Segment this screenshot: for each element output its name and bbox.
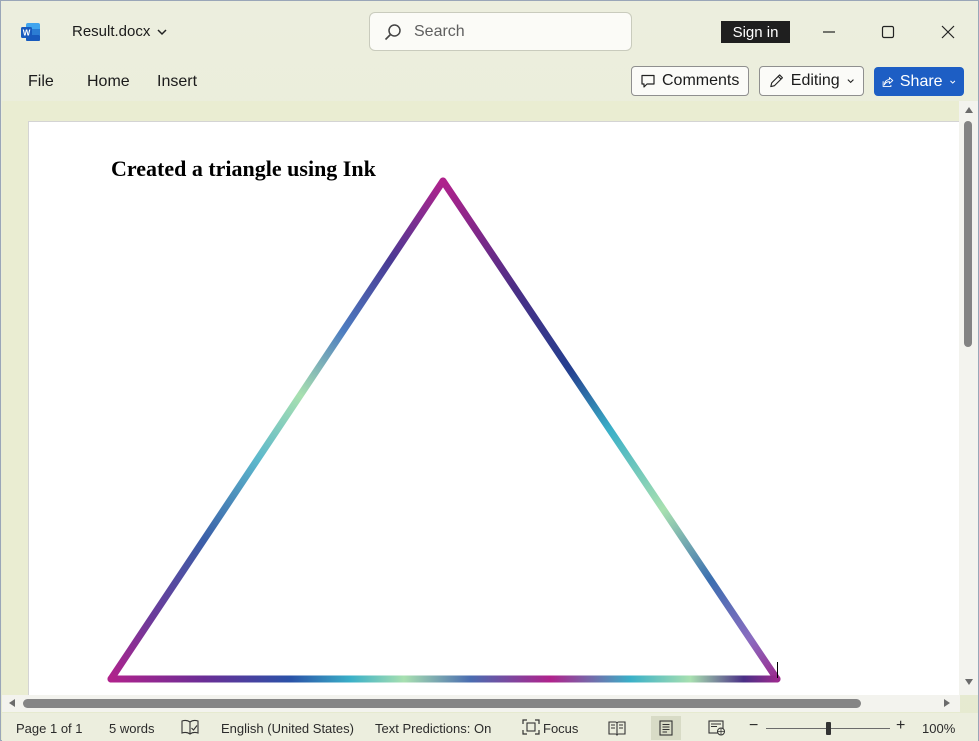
scroll-left-arrow-icon[interactable] [7, 698, 17, 708]
sign-in-button[interactable]: Sign in [721, 21, 790, 43]
scroll-down-arrow-icon[interactable] [964, 677, 974, 687]
read-mode-button[interactable] [602, 716, 632, 740]
ink-triangle-drawing[interactable] [29, 122, 961, 695]
print-layout-icon [659, 720, 673, 736]
status-bar: Page 1 of 1 5 words English (United Stat… [2, 713, 978, 741]
web-layout-icon [708, 720, 725, 736]
maximize-button[interactable] [875, 19, 901, 45]
svg-text:W: W [23, 29, 31, 38]
tab-home[interactable]: Home [87, 73, 130, 91]
vertical-scrollbar[interactable] [959, 101, 978, 695]
title-bar: W Result.docx Search Sign in [1, 1, 978, 63]
word-app-icon: W [21, 23, 40, 41]
page-count[interactable]: Page 1 of 1 [16, 721, 83, 736]
word-count[interactable]: 5 words [109, 721, 155, 736]
comment-icon [641, 74, 655, 88]
maximize-icon [881, 25, 895, 39]
editing-mode-button[interactable]: Editing [759, 66, 864, 96]
search-box[interactable]: Search [369, 12, 632, 51]
close-button[interactable] [935, 19, 961, 45]
tab-file[interactable]: File [28, 73, 54, 91]
search-placeholder: Search [414, 22, 465, 40]
document-title[interactable]: Result.docx [72, 23, 168, 40]
share-label: Share [899, 72, 943, 90]
tab-insert[interactable]: Insert [157, 73, 197, 91]
chevron-down-icon [949, 80, 955, 84]
read-mode-icon [608, 721, 626, 736]
ink-stroke-right [439, 177, 781, 683]
close-icon [941, 25, 955, 39]
document-title-text: Result.docx [72, 23, 151, 40]
text-cursor [777, 662, 778, 678]
word-window: W Result.docx Search Sign in File Home I… [0, 0, 979, 741]
ink-stroke-left [107, 177, 447, 683]
search-icon [384, 23, 401, 40]
comments-button[interactable]: Comments [631, 66, 749, 96]
vertical-scroll-thumb[interactable] [964, 121, 972, 347]
zoom-in-button[interactable]: + [896, 717, 905, 735]
focus-label[interactable]: Focus [543, 721, 578, 736]
editing-label: Editing [790, 72, 840, 89]
minimize-icon [823, 31, 835, 33]
print-layout-button[interactable] [651, 716, 681, 740]
horizontal-scrollbar[interactable] [2, 695, 960, 712]
zoom-level[interactable]: 100% [922, 721, 955, 736]
focus-icon[interactable] [522, 719, 540, 735]
document-page[interactable]: Created a triangle using Ink [28, 121, 960, 695]
text-predictions-status[interactable]: Text Predictions: On [375, 721, 491, 736]
horizontal-scroll-thumb[interactable] [23, 699, 861, 708]
zoom-slider-thumb[interactable] [826, 722, 831, 735]
scroll-up-arrow-icon[interactable] [964, 105, 974, 115]
zoom-out-button[interactable]: − [749, 717, 758, 735]
web-layout-button[interactable] [702, 716, 732, 740]
language-indicator[interactable]: English (United States) [221, 721, 354, 736]
pencil-icon [770, 74, 783, 88]
share-icon [882, 76, 894, 87]
minimize-button[interactable] [816, 19, 842, 45]
share-button[interactable]: Share [874, 67, 964, 96]
document-canvas[interactable]: Created a triangle using Ink [2, 101, 978, 695]
scroll-right-arrow-icon[interactable] [942, 698, 952, 708]
comments-label: Comments [662, 72, 740, 89]
proofing-book-icon[interactable] [181, 719, 199, 735]
chevron-down-icon [157, 28, 167, 35]
chevron-down-icon [847, 79, 854, 84]
